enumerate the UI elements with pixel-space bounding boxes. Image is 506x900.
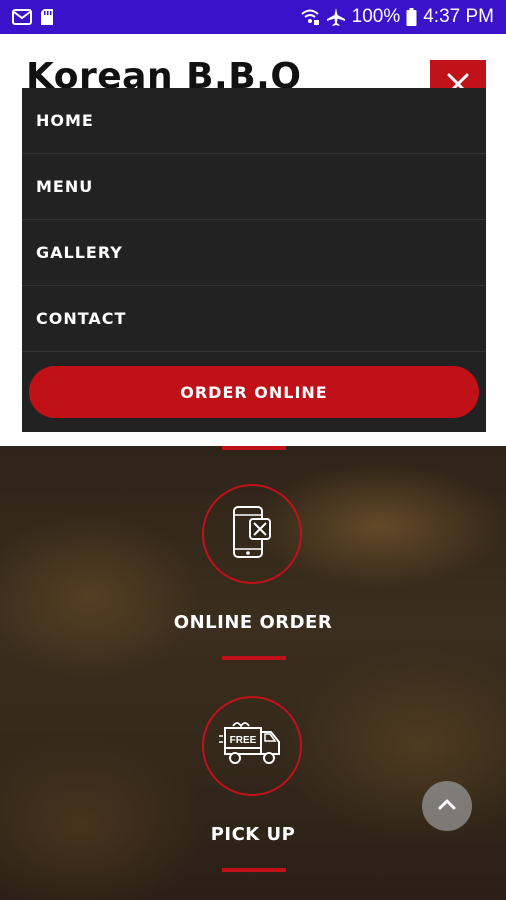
chevron-up-icon xyxy=(438,797,456,815)
divider-line xyxy=(222,446,286,450)
status-right: 100% 4:37 PM xyxy=(300,6,494,28)
menu-item-menu[interactable]: MENU xyxy=(22,154,486,220)
sd-card-icon xyxy=(40,8,54,26)
airplane-mode-icon xyxy=(326,7,346,27)
status-left xyxy=(12,8,54,26)
features-section: ONLINE ORDER FREE PICK UP xyxy=(0,446,506,900)
status-time: 4:37 PM xyxy=(423,6,494,27)
svg-text:FREE: FREE xyxy=(230,735,257,746)
menu-item-home[interactable]: HOME xyxy=(22,88,486,154)
feature-label: PICK UP xyxy=(210,824,296,845)
wifi-icon xyxy=(300,8,320,26)
feature-divider xyxy=(222,868,286,872)
feature-divider xyxy=(222,656,286,660)
order-online-button[interactable]: ORDER ONLINE xyxy=(29,366,479,418)
smartphone-food-icon xyxy=(230,503,274,566)
feature-icon-circle xyxy=(202,484,302,584)
status-bar: 100% 4:37 PM xyxy=(0,0,506,34)
scroll-to-top-button[interactable] xyxy=(422,781,472,831)
menu-item-contact[interactable]: CONTACT xyxy=(22,286,486,352)
battery-icon xyxy=(406,8,417,26)
feature-label: ONLINE ORDER xyxy=(173,612,333,633)
feature-icon-circle: FREE xyxy=(202,696,302,796)
menu-item-gallery[interactable]: GALLERY xyxy=(22,220,486,286)
gmail-icon xyxy=(12,9,32,25)
nav-menu: HOME MENU GALLERY CONTACT ORDER ONLINE xyxy=(22,88,486,432)
free-delivery-truck-icon: FREE xyxy=(219,718,285,775)
battery-percent: 100% xyxy=(351,6,401,27)
